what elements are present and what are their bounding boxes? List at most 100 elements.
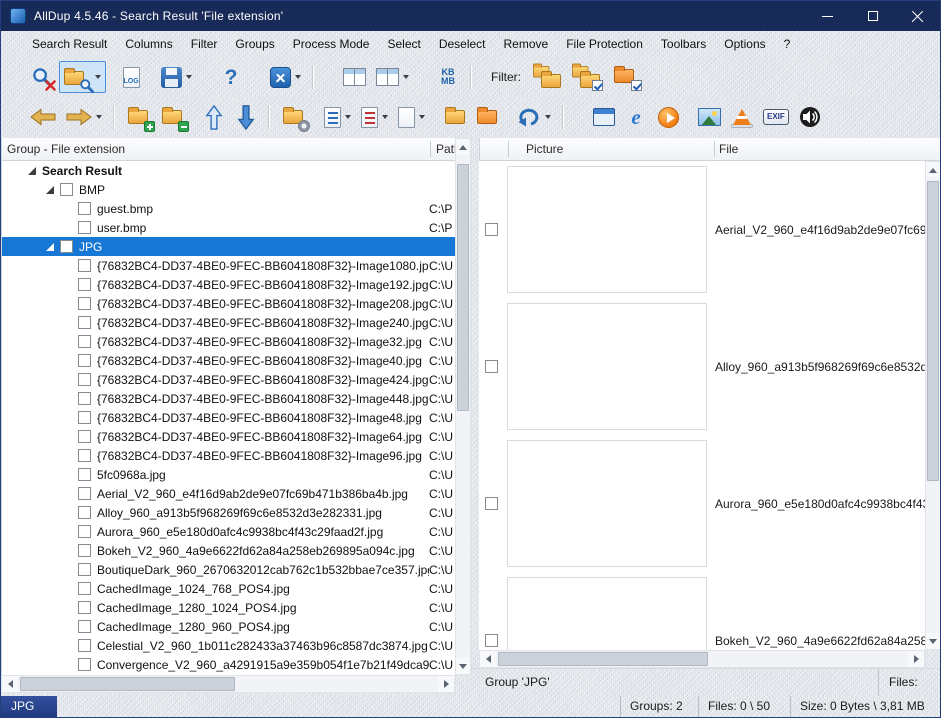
open-browser-button[interactable]: e bbox=[620, 101, 652, 133]
menu-item[interactable]: Search Result bbox=[23, 31, 116, 57]
menu-item[interactable]: Process Mode bbox=[284, 31, 379, 57]
row-checkbox[interactable] bbox=[78, 639, 91, 652]
tree-row[interactable]: {76832BC4-DD37-4BE0-9FEC-BB6041808F32}-I… bbox=[2, 294, 455, 313]
scrollbar-thumb[interactable] bbox=[498, 652, 708, 666]
tree-row[interactable]: {76832BC4-DD37-4BE0-9FEC-BB6041808F32}-I… bbox=[2, 275, 455, 294]
tree-row[interactable]: Search Result bbox=[2, 161, 455, 180]
maximize-button[interactable] bbox=[850, 1, 895, 31]
stop-search-button[interactable] bbox=[25, 61, 59, 93]
minimize-button[interactable] bbox=[805, 1, 850, 31]
menu-item[interactable]: Deselect bbox=[430, 31, 495, 57]
column-divider[interactable] bbox=[714, 141, 715, 157]
media-player-button[interactable] bbox=[652, 101, 684, 133]
scroll-up-button[interactable] bbox=[926, 162, 940, 178]
tree-row[interactable]: CachedImage_1024_768_POS4.jpg C:\U bbox=[2, 579, 455, 598]
row-checkbox[interactable] bbox=[78, 487, 91, 500]
audio-player-button[interactable] bbox=[794, 101, 826, 133]
left-horizontal-scrollbar[interactable] bbox=[1, 675, 455, 693]
tree-row[interactable]: Celestial_V2_960_1b011c282433a37463b96c8… bbox=[2, 636, 455, 655]
column-layout-alt-button[interactable] bbox=[371, 61, 414, 93]
dropdown-icon[interactable] bbox=[186, 75, 192, 79]
row-checkbox[interactable] bbox=[78, 525, 91, 538]
thumbnail-image[interactable] bbox=[507, 303, 707, 430]
back-button[interactable] bbox=[25, 101, 61, 133]
row-checkbox[interactable] bbox=[78, 373, 91, 386]
row-checkbox[interactable] bbox=[485, 223, 498, 236]
dropdown-icon[interactable] bbox=[545, 115, 551, 119]
scrollbar-thumb[interactable] bbox=[20, 677, 235, 691]
scroll-left-button[interactable] bbox=[2, 676, 18, 692]
result-row[interactable]: Aurora_960_e5e180d0afc4c9938bc4f43c... bbox=[479, 435, 925, 572]
tree-row[interactable]: CachedImage_1280_960_POS4.jpg C:\U bbox=[2, 617, 455, 636]
result-row[interactable]: Bokeh_V2_960_4a9e6622fd62a84a258eb... bbox=[479, 572, 925, 650]
dropdown-icon[interactable] bbox=[295, 75, 301, 79]
row-checkbox[interactable] bbox=[78, 468, 91, 481]
image-viewer-button[interactable] bbox=[693, 101, 726, 133]
filter-single-checked-button[interactable] bbox=[606, 61, 645, 93]
tree-row[interactable]: {76832BC4-DD37-4BE0-9FEC-BB6041808F32}-I… bbox=[2, 351, 455, 370]
menu-item[interactable]: Remove bbox=[495, 31, 558, 57]
right-vertical-scrollbar[interactable] bbox=[925, 161, 941, 650]
dropdown-icon[interactable] bbox=[403, 75, 409, 79]
tree-row[interactable]: {76832BC4-DD37-4BE0-9FEC-BB6041808F32}-I… bbox=[2, 256, 455, 275]
open-folder-alt-button[interactable] bbox=[471, 101, 503, 133]
row-checkbox[interactable] bbox=[78, 601, 91, 614]
thumbnail-image[interactable] bbox=[507, 166, 707, 293]
row-checkbox[interactable] bbox=[78, 278, 91, 291]
menu-item[interactable]: Groups bbox=[226, 31, 283, 57]
row-checkbox[interactable] bbox=[78, 316, 91, 329]
start-search-button[interactable] bbox=[59, 61, 106, 93]
deselect-list-button[interactable] bbox=[356, 101, 393, 133]
open-folder-button[interactable] bbox=[439, 101, 471, 133]
dropdown-icon[interactable] bbox=[382, 115, 388, 119]
select-list-button[interactable] bbox=[319, 101, 356, 133]
row-checkbox[interactable] bbox=[78, 259, 91, 272]
dropdown-icon[interactable] bbox=[419, 115, 425, 119]
row-checkbox[interactable] bbox=[60, 240, 73, 253]
folder-settings-button[interactable] bbox=[276, 101, 310, 133]
row-checkbox[interactable] bbox=[78, 544, 91, 557]
row-checkbox[interactable] bbox=[78, 563, 91, 576]
row-checkbox[interactable] bbox=[60, 183, 73, 196]
tree-row[interactable]: user.bmp C:\P bbox=[2, 218, 455, 237]
row-checkbox[interactable] bbox=[78, 449, 91, 462]
result-row[interactable]: Aerial_V2_960_e4f16d9ab2de9e07fc69b4... bbox=[479, 161, 925, 298]
tree-row[interactable]: Alloy_960_a913b5f968269f69c6e8532d3e2823… bbox=[2, 503, 455, 522]
row-checkbox[interactable] bbox=[78, 221, 91, 234]
row-checkbox[interactable] bbox=[78, 354, 91, 367]
scroll-right-button[interactable] bbox=[908, 651, 924, 667]
menu-item[interactable]: Columns bbox=[116, 31, 181, 57]
tree-row[interactable]: Bokeh_V2_960_4a9e6622fd62a84a258eb269895… bbox=[2, 541, 455, 560]
tree-row[interactable]: {76832BC4-DD37-4BE0-9FEC-BB6041808F32}-I… bbox=[2, 370, 455, 389]
file-report-button[interactable] bbox=[393, 101, 430, 133]
size-format-button[interactable]: KBMB bbox=[432, 61, 464, 93]
row-checkbox[interactable] bbox=[78, 582, 91, 595]
close-button[interactable] bbox=[895, 1, 940, 31]
row-checkbox[interactable] bbox=[78, 411, 91, 424]
remove-folder-button[interactable] bbox=[155, 101, 189, 133]
result-row[interactable]: Alloy_960_a913b5f968269f69c6e8532d3e... bbox=[479, 298, 925, 435]
row-checkbox[interactable] bbox=[78, 658, 91, 671]
tree-row[interactable]: {76832BC4-DD37-4BE0-9FEC-BB6041808F32}-I… bbox=[2, 313, 455, 332]
row-checkbox[interactable] bbox=[78, 506, 91, 519]
scrollbar-thumb[interactable] bbox=[457, 164, 469, 411]
tree-row[interactable]: JPG bbox=[2, 237, 455, 256]
thumbnail-image[interactable] bbox=[507, 577, 707, 650]
forward-button[interactable] bbox=[61, 101, 107, 133]
scroll-left-button[interactable] bbox=[480, 651, 496, 667]
preview-pane-button[interactable] bbox=[588, 101, 620, 133]
filter-checked-button[interactable] bbox=[567, 61, 606, 93]
move-up-button[interactable] bbox=[198, 101, 230, 133]
undo-button[interactable] bbox=[512, 101, 556, 133]
tree-row[interactable]: BMP bbox=[2, 180, 455, 199]
column-divider[interactable] bbox=[508, 141, 509, 157]
move-down-button[interactable] bbox=[230, 101, 262, 133]
tree-row[interactable]: {76832BC4-DD37-4BE0-9FEC-BB6041808F32}-I… bbox=[2, 446, 455, 465]
row-checkbox[interactable] bbox=[78, 430, 91, 443]
close-result-button[interactable] bbox=[265, 61, 306, 93]
row-checkbox[interactable] bbox=[485, 497, 498, 510]
dropdown-icon[interactable] bbox=[95, 75, 101, 79]
scrollbar-thumb[interactable] bbox=[927, 181, 939, 481]
row-checkbox[interactable] bbox=[78, 335, 91, 348]
column-layout-button[interactable] bbox=[338, 61, 371, 93]
